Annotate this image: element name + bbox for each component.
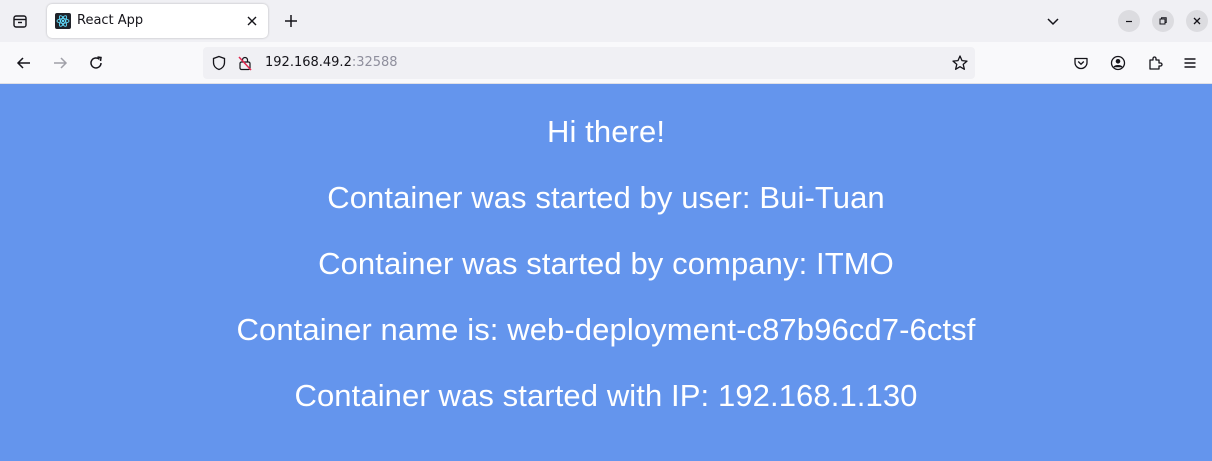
plus-icon xyxy=(285,15,297,27)
navigation-toolbar: 192.168.49.2:32588 xyxy=(0,42,1212,84)
back-button[interactable] xyxy=(11,50,37,76)
url-port: :32588 xyxy=(351,55,398,70)
close-icon xyxy=(247,16,257,26)
forward-arrow-icon xyxy=(54,57,68,69)
url-text[interactable]: 192.168.49.2:32588 xyxy=(265,55,398,70)
user-line: Container was started by user: Bui-Tuan xyxy=(327,180,885,215)
star-icon[interactable] xyxy=(951,54,969,72)
insecure-lock-icon[interactable] xyxy=(237,55,253,71)
tab-title: React App xyxy=(77,13,144,28)
close-tab-button[interactable] xyxy=(243,12,261,30)
restore-button[interactable] xyxy=(1152,10,1174,32)
react-logo-icon xyxy=(55,13,71,29)
pocket-icon xyxy=(1074,57,1088,70)
back-arrow-icon xyxy=(16,57,30,69)
tabs-list-icon xyxy=(13,15,27,28)
greeting-text: Hi there! xyxy=(546,114,666,149)
forward-button[interactable] xyxy=(47,50,73,76)
close-window-icon xyxy=(1193,17,1201,25)
tab-react-app[interactable]: React App xyxy=(47,4,268,38)
tabs-list-button[interactable] xyxy=(6,8,34,34)
minimize-icon xyxy=(1126,20,1132,23)
restore-icon xyxy=(1159,17,1167,25)
hamburger-menu-icon xyxy=(1184,58,1196,68)
ip-line: Container was started with IP: 192.168.1… xyxy=(294,378,918,413)
extensions-icon xyxy=(1149,56,1163,70)
reload-button[interactable] xyxy=(83,50,109,76)
account-button[interactable] xyxy=(1105,50,1131,76)
page-content: Hi there! Container was started by user:… xyxy=(0,84,1212,461)
url-host: 192.168.49.2 xyxy=(265,55,352,70)
account-icon xyxy=(1110,55,1126,71)
save-to-pocket-button[interactable] xyxy=(1068,50,1094,76)
url-bar[interactable]: 192.168.49.2:32588 xyxy=(203,47,975,79)
chevron-down-icon xyxy=(1047,18,1059,26)
close-window-button[interactable] xyxy=(1186,10,1208,32)
tab-strip: React App xyxy=(0,0,1212,42)
shield-icon[interactable] xyxy=(211,55,227,71)
app-menu-button[interactable] xyxy=(1177,50,1203,76)
container-name-line: Container name is: web-deployment-c87b96… xyxy=(236,312,976,347)
new-tab-button[interactable] xyxy=(278,8,304,34)
list-all-tabs-button[interactable] xyxy=(1040,8,1066,34)
minimize-button[interactable] xyxy=(1118,10,1140,32)
company-line: Container was started by company: ITMO xyxy=(318,246,894,281)
extensions-button[interactable] xyxy=(1142,50,1168,76)
reload-icon xyxy=(90,56,102,69)
